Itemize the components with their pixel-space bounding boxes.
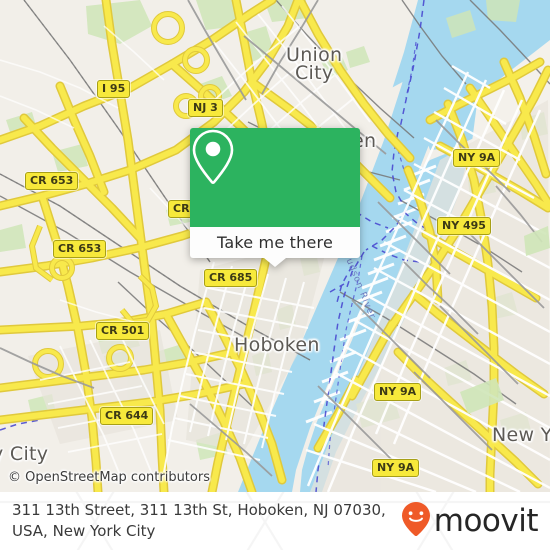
location-popup-card[interactable]: Take me there (190, 128, 360, 267)
shield-cr-644: CR 644 (100, 407, 154, 425)
shield-nj-3: NJ 3 (188, 99, 223, 117)
shield-ny-9a-mid: NY 9A (374, 383, 422, 401)
shield-cr-653-north: CR 653 (25, 172, 79, 190)
map-canvas[interactable]: UnionCity en Hoboken y City New Yo Hudso… (0, 0, 550, 492)
take-me-there-button[interactable]: Take me there (217, 233, 333, 252)
address-text: 311 13th Street, 311 13th St, Hoboken, N… (12, 501, 386, 540)
shield-ny-495: NY 495 (437, 217, 491, 235)
popup-icon-panel (190, 128, 360, 227)
footer-bar: 311 13th Street, 311 13th St, Hoboken, N… (0, 492, 550, 550)
popup-pointer-tail (264, 258, 286, 267)
map-screenshot: UnionCity en Hoboken y City New Yo Hudso… (0, 0, 550, 550)
moovit-logo[interactable]: moovit (401, 501, 540, 542)
shield-ny-9a-south: NY 9A (372, 459, 420, 477)
shield-cr-501: CR 501 (96, 322, 150, 340)
shield-cr-685: CR 685 (204, 269, 258, 287)
popup-action-bar[interactable]: Take me there (190, 227, 360, 267)
moovit-pin-smiley-icon (401, 501, 431, 542)
shield-ny-9a-north: NY 9A (453, 149, 501, 167)
moovit-wordmark: moovit (433, 502, 539, 539)
osm-attribution[interactable]: © OpenStreetMap contributors (8, 470, 210, 485)
shield-cr-653-south: CR 653 (53, 240, 107, 258)
shield-i-95: I 95 (97, 80, 131, 98)
